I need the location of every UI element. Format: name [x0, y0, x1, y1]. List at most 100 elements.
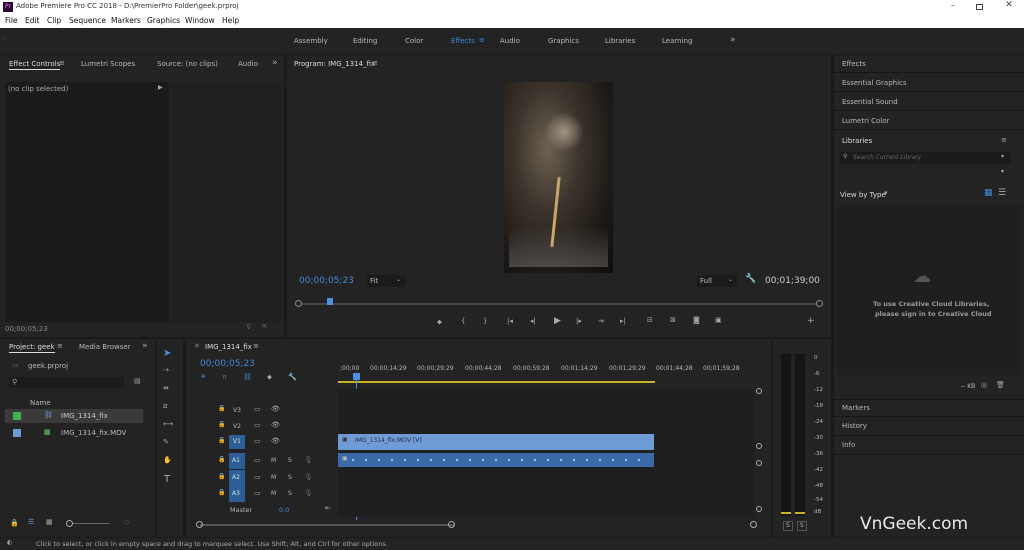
go-to-end-icon[interactable]: ⇤ — [325, 505, 331, 512]
timeline-tab[interactable]: IMG_1314_fix — [205, 344, 252, 351]
program-menu-icon[interactable]: ≡ — [372, 60, 378, 67]
zoom-slider[interactable] — [66, 520, 112, 528]
menu-help[interactable]: Help — [222, 17, 239, 25]
panel-lumetri-color[interactable]: Lumetri Color — [834, 112, 1024, 130]
workspace-assembly[interactable]: Assembly — [294, 38, 328, 45]
program-timecode[interactable]: 00;00;05;23 — [299, 277, 354, 286]
program-playhead[interactable] — [326, 298, 333, 305]
panel-essential-graphics[interactable]: Essential Graphics — [834, 74, 1024, 92]
overflow-icon[interactable]: » — [142, 342, 148, 351]
button-editor-icon[interactable]: ▣ — [715, 317, 722, 324]
step-back-icon[interactable]: ◂| — [530, 318, 536, 325]
master-volume[interactable]: 0.0 — [279, 507, 289, 514]
lock-icon[interactable]: 🔒 — [218, 474, 225, 480]
panel-info[interactable]: Info — [834, 437, 1024, 455]
linked-selection-icon[interactable]: ⛓ — [243, 374, 252, 381]
lock-icon[interactable]: 🔒 — [218, 438, 225, 444]
track-target[interactable]: A2 — [229, 470, 245, 486]
go-to-in-icon[interactable]: |◂ — [507, 318, 513, 325]
chevron-down-icon[interactable]: ▾ — [884, 190, 888, 197]
track-lane-area[interactable]: ▣ IMG_1314_fix.MOV [V] ▣ — [338, 389, 754, 517]
close-icon[interactable]: ✕ — [194, 343, 200, 350]
panel-essential-sound[interactable]: Essential Sound — [834, 93, 1024, 111]
eye-icon[interactable]: 👁 — [271, 422, 280, 429]
project-search[interactable]: ⚲ — [9, 377, 124, 388]
program-scrubber[interactable] — [295, 298, 823, 310]
lock-icon[interactable]: 🔒 — [218, 406, 225, 412]
overflow-icon[interactable]: » — [272, 59, 278, 68]
mute-button[interactable]: M — [271, 491, 276, 497]
tab-effect-controls[interactable]: Effect Controls — [9, 61, 61, 70]
workspace-color[interactable]: Color — [405, 38, 423, 45]
sync-lock-icon[interactable]: ▭ — [254, 490, 261, 497]
panel-menu-icon[interactable]: ≡ — [57, 343, 63, 350]
menu-sequence[interactable]: Sequence — [69, 17, 106, 25]
vertical-scroll-handle[interactable] — [756, 388, 762, 394]
more-workspaces-icon[interactable]: » — [730, 36, 736, 45]
razor-tool-icon[interactable]: ⧄ — [163, 403, 167, 410]
microphone-icon[interactable]: 🎙 — [304, 490, 313, 497]
project-item-row[interactable]: ⛓ IMG_1314_fix — [5, 409, 143, 423]
list-view-icon[interactable]: ☰ — [28, 519, 34, 526]
workspace-editing[interactable]: Editing — [353, 38, 377, 45]
zoom-slider-handle[interactable] — [66, 520, 73, 527]
tab-project[interactable]: Project: geek — [9, 344, 55, 353]
add-button-icon[interactable]: + — [807, 317, 815, 326]
vertical-scroll-handle[interactable] — [756, 460, 762, 466]
extract-icon[interactable]: ⊠ — [670, 317, 676, 324]
fit-dropdown[interactable]: Fit ⌄ — [367, 275, 405, 287]
sort-icon[interactable]: ◇ — [124, 519, 129, 526]
sync-lock-icon[interactable]: ▭ — [254, 474, 261, 481]
quality-dropdown[interactable]: Full ⌄ — [697, 275, 737, 287]
mark-out-icon[interactable]: } — [483, 318, 487, 325]
lock-icon[interactable]: 🔒 — [218, 490, 225, 496]
track-label[interactable]: V3 — [233, 408, 241, 414]
expand-arrow-icon[interactable]: ▶ — [158, 85, 163, 91]
menu-graphics[interactable]: Graphics — [147, 17, 180, 25]
lock-icon[interactable]: 🔒 — [218, 457, 225, 463]
track-select-tool-icon[interactable]: ⇢ — [163, 367, 169, 374]
scrubber-left-handle[interactable] — [295, 300, 302, 307]
solo-button[interactable]: S — [288, 491, 292, 497]
scroll-right-handle[interactable] — [448, 521, 455, 528]
tab-audio[interactable]: Audio — [238, 61, 258, 68]
filter-icon[interactable]: ⊽ — [246, 324, 251, 331]
lock-icon[interactable]: 🔒 — [10, 520, 19, 527]
icon-view-icon[interactable]: ▦ — [46, 519, 53, 526]
mute-button[interactable]: M — [271, 475, 276, 481]
menu-file[interactable]: File — [5, 17, 18, 25]
video-clip[interactable]: ▣ IMG_1314_fix.MOV [V] — [338, 434, 654, 450]
panel-history[interactable]: History — [834, 418, 1024, 436]
workspace-libraries[interactable]: Libraries — [605, 38, 635, 45]
step-forward-icon[interactable]: |▸ — [576, 318, 582, 325]
work-area-bar[interactable] — [338, 381, 655, 383]
vertical-scroll-handle[interactable] — [756, 506, 762, 512]
workspace-effects[interactable]: Effects — [451, 38, 475, 45]
go-to-out-icon[interactable]: ▸| — [620, 318, 626, 325]
menu-clip[interactable]: Clip — [47, 17, 61, 25]
horizontal-scrollbar[interactable] — [196, 521, 758, 529]
new-bin-icon[interactable]: ▤ — [134, 378, 141, 385]
panel-markers[interactable]: Markers — [834, 399, 1024, 417]
add-marker-icon[interactable]: ⬥ — [437, 319, 442, 326]
dropdown-arrow-icon[interactable]: ▾ — [1001, 169, 1004, 175]
lock-icon[interactable]: 🔒 — [218, 422, 225, 428]
export-frame-icon[interactable]: ⇱ — [262, 324, 268, 331]
libraries-title[interactable]: Libraries — [842, 138, 872, 145]
play-icon[interactable]: ▶ — [554, 317, 561, 326]
timeline-ruler[interactable]: ;00;00 00;00;14;29 00;00;29;29 00;00;44;… — [338, 363, 754, 387]
panel-menu-icon[interactable]: ≡ — [253, 343, 259, 350]
chevron-down-icon[interactable]: ▾ — [1001, 154, 1004, 160]
add-marker-icon[interactable]: ⬥ — [267, 374, 272, 381]
wrench-icon[interactable]: 🔧 — [745, 275, 756, 284]
type-tool-icon[interactable]: T — [164, 475, 170, 485]
microphone-icon[interactable]: 🎙 — [304, 474, 313, 481]
meter-solo-button[interactable]: S — [783, 521, 793, 531]
grid-view-icon[interactable]: ▦ — [984, 189, 993, 198]
track-target[interactable]: A3 — [229, 486, 245, 502]
close-icon[interactable]: ✕ — [1002, 1, 1016, 10]
slip-tool-icon[interactable]: ⟷ — [163, 421, 173, 428]
hand-tool-icon[interactable]: ✋ — [163, 457, 172, 464]
nest-icon[interactable]: ⚘ — [200, 374, 206, 381]
minimize-icon[interactable]: – — [946, 2, 960, 10]
